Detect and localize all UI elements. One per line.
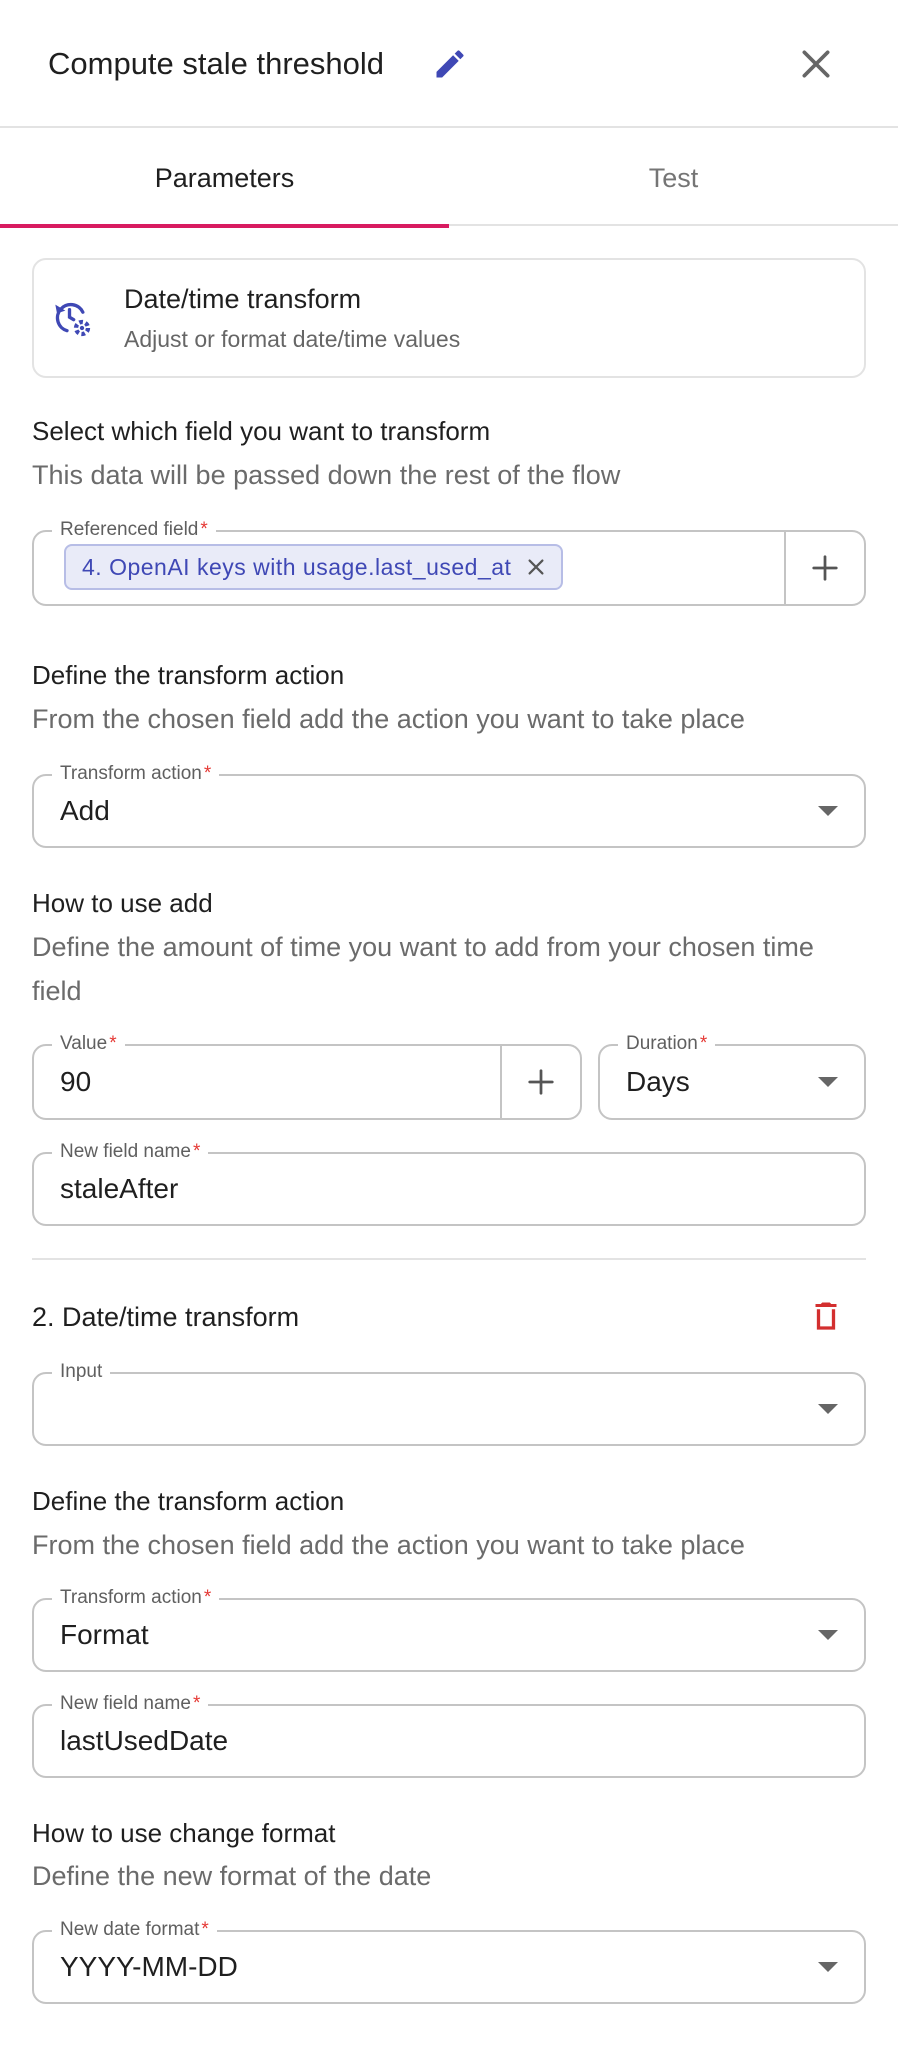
field-label: Referenced field *: [52, 518, 216, 542]
new-field-name-input[interactable]: New field name * staleAfter: [32, 1140, 866, 1226]
chevron-down-icon[interactable]: [818, 1962, 838, 1972]
required-mark: *: [203, 763, 212, 784]
referenced-field-chip[interactable]: 4. OpenAI keys with usage.last_used_at: [64, 544, 564, 590]
referenced-field-input[interactable]: Referenced field * 4. OpenAI keys with us…: [32, 518, 866, 606]
select-value: Days: [626, 1066, 690, 1097]
required-mark: *: [200, 519, 208, 540]
select-value: Add: [60, 795, 110, 826]
add-reference-button[interactable]: [784, 532, 864, 604]
required-mark: *: [699, 1033, 708, 1054]
transform-action-select[interactable]: Transform action * Add: [32, 762, 866, 848]
chip-label: 4. OpenAI keys with usage.last_used_at: [82, 553, 512, 580]
history-settings-icon: [55, 302, 91, 337]
field-label: Input: [52, 1360, 111, 1384]
tab-parameters[interactable]: Parameters: [0, 130, 449, 228]
remove-chip-icon[interactable]: [525, 556, 547, 578]
new-field-name-input[interactable]: New field name * lastUsedDate: [32, 1692, 866, 1778]
section-description: From the chosen field add the action you…: [32, 704, 745, 734]
chevron-down-icon[interactable]: [818, 1077, 838, 1087]
required-mark: *: [192, 1141, 201, 1162]
section-title: Select which field you want to transform: [32, 416, 491, 446]
page-title: Compute stale threshold: [48, 46, 385, 81]
chevron-down-icon[interactable]: [818, 1404, 838, 1414]
section-title: How to use add: [32, 888, 213, 918]
value-input[interactable]: Value * 90: [32, 1032, 582, 1120]
input-value: staleAfter: [60, 1173, 179, 1204]
chevron-down-icon[interactable]: [818, 1630, 838, 1640]
duration-select[interactable]: Duration * Days: [598, 1032, 866, 1120]
step-card-title: Date/time transform: [124, 284, 362, 314]
section-description: Define the amount of time you want to ad…: [32, 932, 814, 1006]
input-value: lastUsedDate: [60, 1725, 229, 1756]
section-title: Define the transform action: [32, 1486, 345, 1516]
section-title: Define the transform action: [32, 660, 345, 690]
input-value: 90: [60, 1066, 92, 1097]
plus-icon: [812, 555, 838, 581]
plus-icon: [528, 1069, 554, 1095]
pencil-icon[interactable]: [432, 46, 468, 82]
section-description: From the chosen field add the action you…: [32, 1530, 745, 1560]
tab-test[interactable]: Test: [449, 130, 898, 226]
panel-header: Compute stale threshold: [0, 0, 898, 128]
select-value: YYYY-MM-DD: [60, 1951, 238, 1982]
required-mark: *: [203, 1587, 212, 1608]
active-tab-indicator: [0, 224, 449, 228]
step-card-subtitle: Adjust or format date/time values: [124, 326, 461, 352]
select-value: Format: [60, 1619, 149, 1650]
chevron-down-icon[interactable]: [818, 806, 838, 816]
transform-action-select[interactable]: Transform action * Format: [32, 1586, 866, 1672]
step-card: Date/time transform Adjust or format dat…: [32, 258, 866, 378]
section-title: How to use change format: [32, 1818, 336, 1848]
tab-bar: Parameters Test: [0, 130, 898, 228]
section-description: This data will be passed down the rest o…: [32, 460, 621, 490]
close-icon[interactable]: [796, 44, 836, 84]
add-value-reference-button[interactable]: [500, 1046, 580, 1118]
tab-label: Parameters: [154, 162, 295, 193]
section-title: 2. Date/time transform: [32, 1302, 300, 1332]
tab-label: Test: [648, 162, 699, 193]
input-select[interactable]: Input: [32, 1360, 866, 1446]
section-description: Define the new format of the date: [32, 1861, 432, 1891]
date-format-select[interactable]: New date format * YYYY-MM-DD: [32, 1918, 866, 2004]
delete-icon[interactable]: [808, 1296, 844, 1336]
section-divider: [32, 1258, 866, 1260]
required-mark: *: [109, 1033, 117, 1054]
